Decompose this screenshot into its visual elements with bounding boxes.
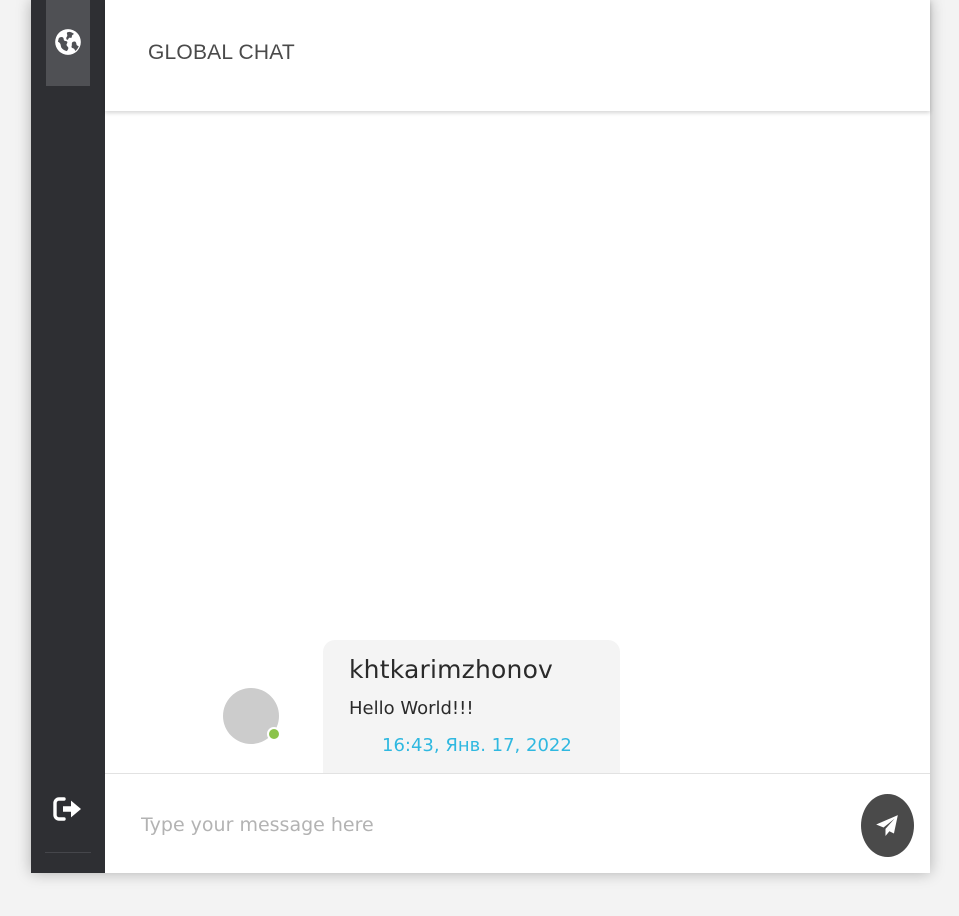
sign-out-icon (53, 797, 81, 821)
message-list: khtkarimzhonov Hello World!!! 16:43, Янв… (105, 111, 930, 793)
message-timestamp: 16:43, Янв. 17, 2022 (382, 735, 572, 756)
page-title: GLOBAL CHAT (148, 41, 295, 64)
message-input[interactable] (141, 808, 821, 842)
nav-global-chat[interactable] (46, 0, 90, 86)
send-button[interactable] (861, 794, 914, 857)
sidebar-divider (45, 852, 91, 853)
chat-header: GLOBAL CHAT (105, 0, 930, 111)
message-composer (105, 773, 930, 873)
message-author: khtkarimzhonov (349, 655, 554, 684)
paper-plane-icon (875, 814, 898, 836)
message-text: Hello World!!! (349, 698, 474, 719)
logout-button[interactable] (52, 795, 84, 823)
message-bubble: khtkarimzhonov Hello World!!! 16:43, Янв… (323, 640, 620, 793)
sidebar (31, 0, 105, 873)
globe-icon (55, 29, 81, 55)
online-status-indicator (267, 727, 281, 741)
chat-window: GLOBAL CHAT khtkarimzhonov Hello World!!… (31, 0, 930, 873)
